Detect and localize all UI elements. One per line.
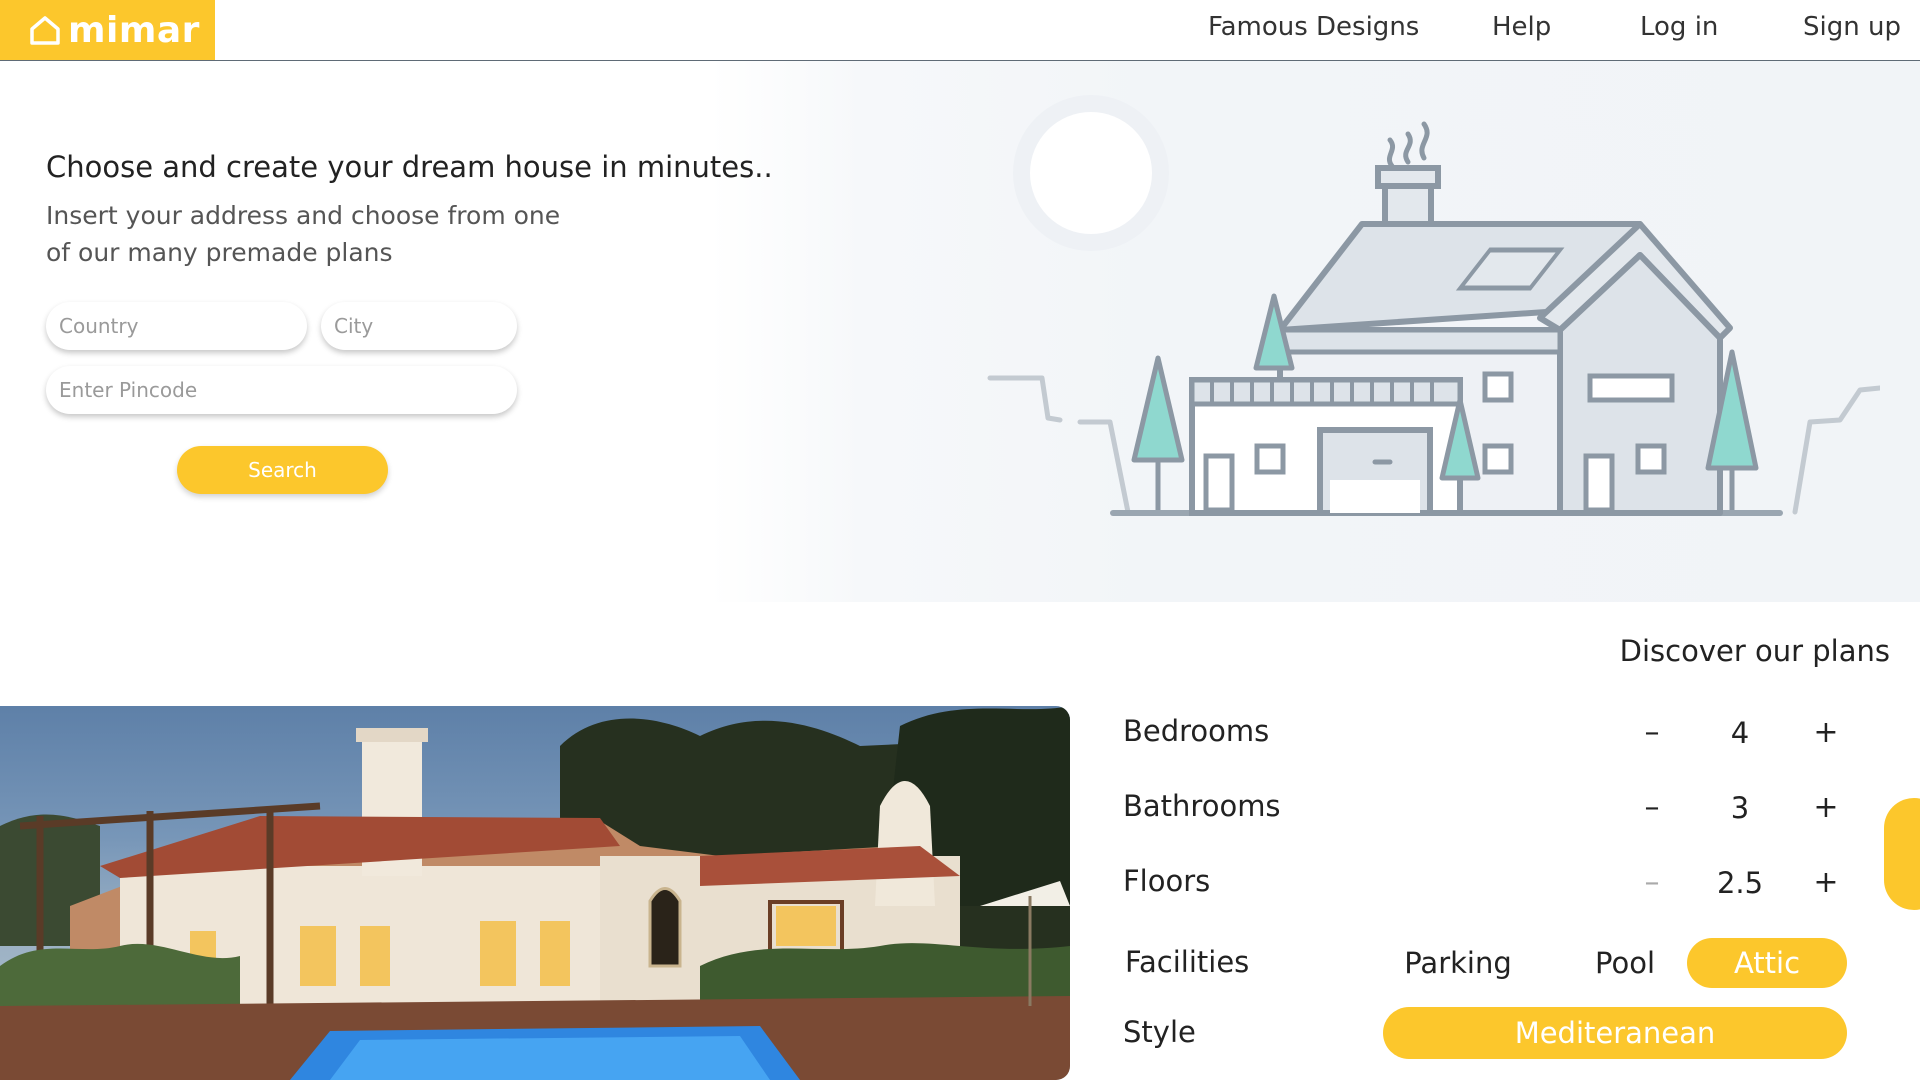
pincode-input[interactable] <box>46 366 517 414</box>
plans-section-title: Discover our plans <box>1619 634 1890 668</box>
search-button[interactable]: Search <box>177 446 388 494</box>
nav-help[interactable]: Help <box>1492 12 1551 42</box>
facility-parking-chip[interactable]: Parking <box>1388 938 1528 988</box>
floors-increment-button[interactable]: + <box>1806 863 1846 903</box>
bathrooms-decrement-button[interactable]: – <box>1632 788 1672 828</box>
floors-value: 2.5 <box>1716 866 1764 900</box>
bathrooms-value: 3 <box>1730 791 1750 825</box>
floors-decrement-button[interactable]: – <box>1632 863 1672 903</box>
mediterranean-house-image <box>0 706 1070 1080</box>
hero-subtext: Insert your address and choose from one … <box>46 201 561 267</box>
country-input[interactable] <box>46 302 307 350</box>
facility-attic-chip[interactable]: Attic <box>1687 938 1847 988</box>
featured-house-photo <box>0 706 1070 1080</box>
brand-name: mimar <box>68 9 200 51</box>
nav-login[interactable]: Log in <box>1640 12 1718 42</box>
house-outline-icon <box>30 16 60 45</box>
bathrooms-label: Bathrooms <box>1123 789 1281 823</box>
city-input[interactable] <box>321 302 517 350</box>
bedrooms-decrement-button[interactable]: – <box>1632 713 1672 753</box>
bedrooms-label: Bedrooms <box>1123 714 1270 748</box>
facilities-label: Facilities <box>1125 945 1250 979</box>
bathrooms-increment-button[interactable]: + <box>1806 788 1846 828</box>
bedrooms-value: 4 <box>1730 716 1750 750</box>
top-nav-bar: mimar Famous Designs Help Log in Sign up <box>0 0 1920 61</box>
brand-logo[interactable]: mimar <box>0 0 215 60</box>
nav-famous-designs[interactable]: Famous Designs <box>1208 12 1419 42</box>
bedrooms-increment-button[interactable]: + <box>1806 713 1846 753</box>
style-label: Style <box>1123 1015 1196 1049</box>
page: mimar Famous Designs Help Log in Sign up… <box>0 0 1920 1080</box>
style-select[interactable]: Mediteranean <box>1383 1007 1847 1059</box>
facility-pool-chip[interactable]: Pool <box>1570 938 1680 988</box>
house-illustration <box>987 95 1880 516</box>
hero-headline: Choose and create your dream house in mi… <box>46 150 773 184</box>
nav-signup[interactable]: Sign up <box>1803 12 1901 42</box>
floors-label: Floors <box>1123 864 1211 898</box>
side-drawer-tab[interactable] <box>1884 798 1920 910</box>
